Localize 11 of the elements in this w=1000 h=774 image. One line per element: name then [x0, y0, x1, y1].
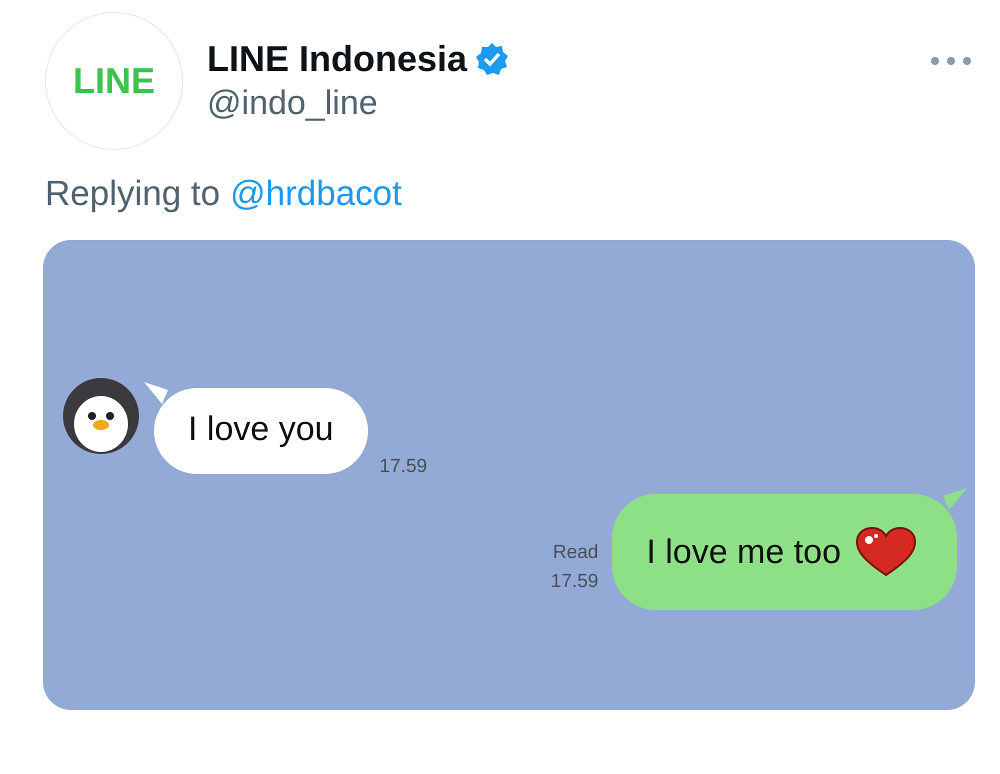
- heart-icon: [855, 527, 917, 577]
- more-icon[interactable]: [930, 56, 972, 66]
- penguin-avatar-icon: [63, 378, 139, 454]
- message-time: 17.59: [380, 456, 428, 478]
- bubble-tail: [144, 382, 168, 406]
- bubble-tail: [943, 488, 967, 512]
- account-name[interactable]: LINE Indonesia: [207, 38, 468, 80]
- account-handle[interactable]: @indo_line: [207, 84, 930, 123]
- read-receipt: Read: [552, 541, 598, 565]
- replying-label: Replying to: [45, 174, 220, 214]
- message-time: 17.59: [550, 570, 598, 594]
